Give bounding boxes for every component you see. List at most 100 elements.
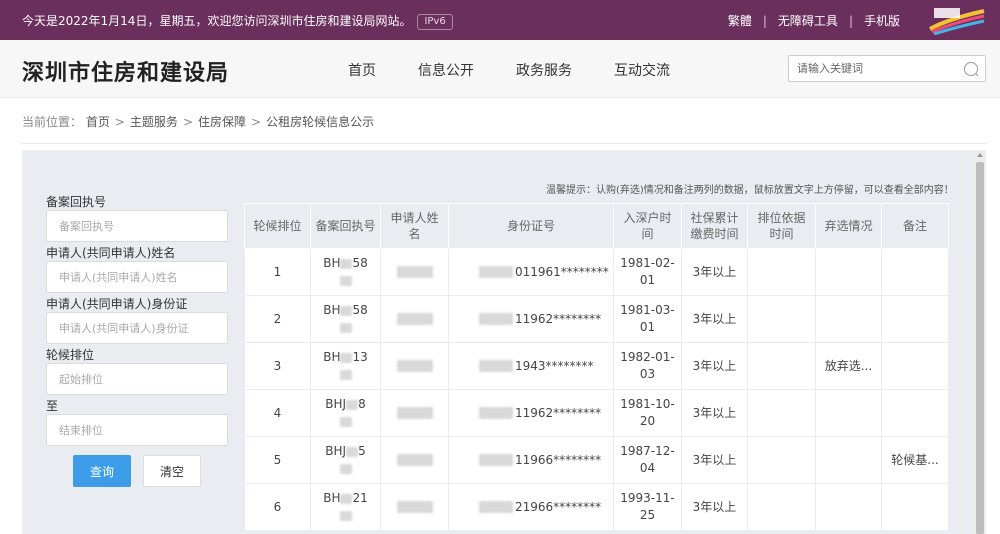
receipt-no-cell: BH 21	[310, 483, 381, 531]
remarks-cell[interactable]: 轮候基...	[881, 436, 949, 484]
breadcrumb-current[interactable]: 公租房轮候信息公示	[266, 115, 374, 129]
rank-to-label: 至	[46, 399, 59, 413]
breadcrumb-separator: >	[114, 115, 125, 129]
search-icon[interactable]	[963, 61, 979, 77]
nav-home[interactable]: 首页	[348, 60, 376, 80]
query-panel: 备案回执号 申请人(共同申请人)姓名 申请人(共同申请人)身份证 轮候排位 至 …	[22, 150, 986, 534]
id-number-cell: 011961********	[448, 248, 614, 296]
nav-interaction[interactable]: 互动交流	[614, 60, 670, 80]
social-security-cell: 3年以上	[681, 295, 748, 343]
redaction-blur	[479, 501, 513, 513]
breadcrumb: 当前位置： 首页 > 主题服务 > 住房保障 > 公租房轮候信息公示	[22, 113, 374, 130]
breadcrumb-home[interactable]: 首页	[86, 115, 110, 129]
id-number-visible: 11966********	[515, 452, 602, 467]
social-security-cell: 3年以上	[681, 248, 748, 296]
abandon-cell[interactable]: 放弃选...	[815, 342, 882, 390]
redaction-blur	[396, 360, 433, 372]
redaction-blur	[339, 463, 352, 474]
accessibility-link[interactable]: 无障碍工具	[778, 12, 838, 29]
search-input[interactable]	[789, 56, 949, 81]
receipt-no-suffix: 13	[352, 350, 368, 364]
breadcrumb-separator: >	[251, 115, 262, 129]
receipt-no-cell: BH 58	[310, 248, 381, 296]
rank-start-input[interactable]	[46, 363, 228, 395]
breadcrumb-separator: >	[182, 115, 193, 129]
nav-gov-services[interactable]: 政务服务	[516, 60, 572, 80]
scrollbar-thumb[interactable]	[976, 162, 984, 534]
social-security-cell: 3年以上	[681, 436, 748, 484]
applicant-name-cell	[380, 483, 449, 531]
redaction-blur	[340, 493, 353, 504]
table-row: 3 BH 13 1943******** 1982-01-03 3年以上 放弃选.…	[244, 342, 949, 390]
query-button[interactable]: 查询	[73, 455, 131, 487]
redaction-blur	[479, 313, 513, 325]
ipv6-badge: IPv6	[417, 14, 453, 30]
receipt-no-cell: BH 58	[310, 295, 381, 343]
applicant-name-cell	[380, 295, 449, 343]
mobile-version-link[interactable]: 手机版	[864, 12, 900, 29]
redaction-blur	[479, 266, 513, 278]
col-remarks: 备注	[881, 203, 949, 249]
clear-button[interactable]: 清空	[143, 455, 201, 487]
scrollbar[interactable]	[974, 150, 986, 534]
table-header-row: 轮候排位 备案回执号 申请人姓名 身份证号 入深户时间 社保累计缴费时间 排位依…	[244, 203, 949, 249]
receipt-no-label: 备案回执号	[46, 195, 107, 209]
traditional-chinese-link[interactable]: 繁體	[728, 12, 752, 29]
search-form: 备案回执号 申请人(共同申请人)姓名 申请人(共同申请人)身份证 轮候排位 至	[46, 194, 231, 449]
id-number-visible: 21966********	[515, 499, 602, 514]
remarks-cell[interactable]	[881, 483, 949, 531]
receipt-no-suffix: 58	[352, 303, 368, 317]
abandon-cell[interactable]	[815, 248, 882, 296]
col-abandon-status: 弃选情况	[815, 203, 882, 249]
col-applicant-name: 申请人姓名	[380, 203, 449, 249]
rank-basis-cell	[747, 389, 816, 437]
breadcrumb-housing[interactable]: 住房保障	[198, 115, 246, 129]
applicant-name-input[interactable]	[46, 261, 228, 293]
rank-basis-cell	[747, 295, 816, 343]
site-title[interactable]: 深圳市住房和建设局	[22, 55, 229, 87]
breadcrumb-topic-services[interactable]: 主题服务	[130, 115, 178, 129]
redaction-blur	[339, 322, 352, 333]
remarks-cell[interactable]	[881, 248, 949, 296]
rank-cell: 4	[244, 389, 311, 437]
abandon-cell[interactable]	[815, 436, 882, 484]
abandon-cell[interactable]	[815, 389, 882, 437]
applicant-id-label: 申请人(共同申请人)身份证	[46, 297, 188, 311]
receipt-no-cell: BHJ 5	[310, 436, 381, 484]
receipt-no-suffix: 21	[352, 491, 368, 505]
rank-end-input[interactable]	[46, 414, 228, 446]
redaction-blur	[340, 258, 353, 269]
id-number-cell: 1943********	[448, 342, 614, 390]
nav-info-disclosure[interactable]: 信息公开	[418, 60, 474, 80]
abandon-cell[interactable]	[815, 295, 882, 343]
social-security-cell: 3年以上	[681, 389, 748, 437]
abandon-cell[interactable]	[815, 483, 882, 531]
col-hukou-time: 入深户时间	[613, 203, 682, 249]
site-mini-logo[interactable]	[928, 5, 986, 35]
col-id-number: 身份证号	[448, 203, 614, 249]
receipt-no-prefix: BH	[323, 350, 341, 364]
redaction-blur	[396, 266, 433, 278]
id-number-cell: 11966********	[448, 436, 614, 484]
receipt-no-prefix: BHJ	[325, 397, 347, 411]
scroll-up-arrow-icon[interactable]	[977, 153, 983, 157]
redaction-blur	[346, 446, 359, 457]
rank-cell: 2	[244, 295, 311, 343]
receipt-no-cell: BH 13	[310, 342, 381, 390]
col-receipt-no: 备案回执号	[310, 203, 381, 249]
rank-cell: 3	[244, 342, 311, 390]
separator: |	[848, 14, 853, 28]
receipt-no-suffix: 58	[352, 256, 368, 270]
remarks-cell[interactable]	[881, 342, 949, 390]
receipt-no-suffix: 5	[358, 444, 366, 458]
waiting-list-table: 轮候排位 备案回执号 申请人姓名 身份证号 入深户时间 社保累计缴费时间 排位依…	[244, 203, 949, 531]
receipt-no-input[interactable]	[46, 210, 228, 242]
site-header: 深圳市住房和建设局 首页 信息公开 政务服务 互动交流	[0, 40, 1000, 98]
receipt-no-prefix: BHJ	[325, 444, 347, 458]
remarks-cell[interactable]	[881, 389, 949, 437]
remarks-cell[interactable]	[881, 295, 949, 343]
receipt-no-cell: BHJ 8	[310, 389, 381, 437]
applicant-id-input[interactable]	[46, 312, 228, 344]
redaction-blur	[339, 416, 352, 427]
applicant-name-label: 申请人(共同申请人)姓名	[46, 246, 176, 260]
